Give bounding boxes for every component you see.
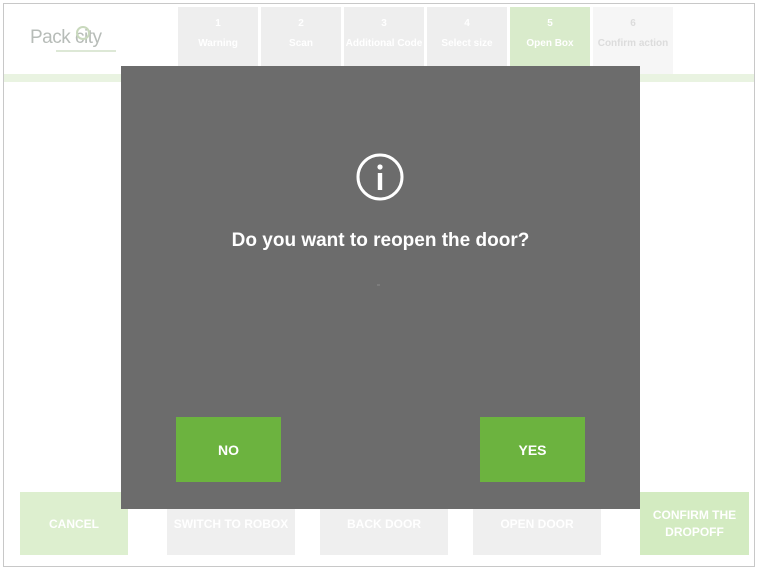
yes-button[interactable]: YES [480,417,585,482]
cancel-button[interactable]: CANCEL [20,492,128,555]
confirm-dropoff-button[interactable]: CONFIRM THE DROPOFF [640,492,749,555]
dialog-question: Do you want to reopen the door? [231,230,530,251]
step-warning: 1 Warning [178,7,258,74]
dialog-divider [377,284,380,286]
step-confirm-action: 6 Confirm action [593,7,673,74]
step-select-size: 4 Select size [427,7,507,74]
header: Pack city 1 Warning 2 Scan 3 Additional … [4,4,754,74]
step-additional-code: 3 Additional Code [344,7,424,74]
reopen-door-dialog: Do you want to reopen the door? NO YES [121,66,640,509]
logo-tagline [56,50,116,52]
logo-mark-icon [76,26,90,40]
step-scan: 2 Scan [261,7,341,74]
info-icon [356,153,404,201]
no-button[interactable]: NO [176,417,281,482]
progress-steps: 1 Warning 2 Scan 3 Additional Code 4 Sel… [178,7,676,74]
step-open-box: 5 Open Box [510,7,590,74]
